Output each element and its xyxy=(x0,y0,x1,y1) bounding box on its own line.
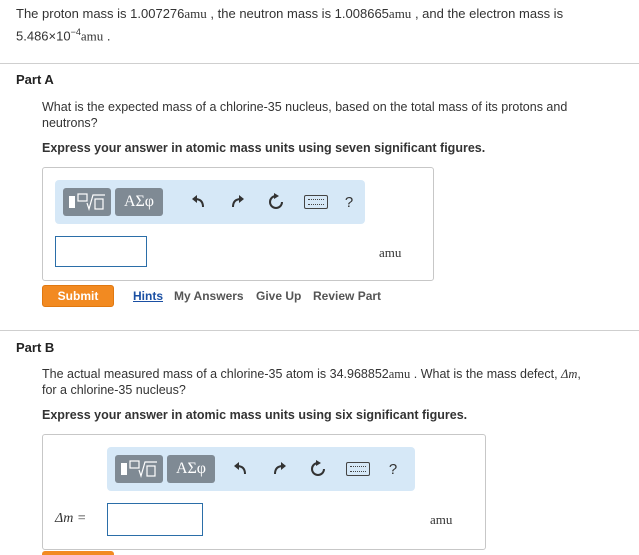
part-b-answer-box: ΑΣφ ? Δm = amu xyxy=(42,434,486,550)
part-a-question: What is the expected mass of a chlorine-… xyxy=(42,100,568,130)
proton-mass-text: The proton mass is 1.007276 xyxy=(16,6,185,21)
keyboard-shortcuts-button[interactable] xyxy=(345,459,371,479)
divider xyxy=(0,63,639,64)
templates-icon xyxy=(69,193,105,212)
unit-text: amu xyxy=(184,6,207,21)
templates-button[interactable] xyxy=(63,188,111,216)
review-part-link[interactable]: Review Part xyxy=(313,289,381,303)
electron-mass-label: , and the electron mass is xyxy=(414,6,564,21)
unit-text: amu xyxy=(80,28,104,44)
problem-intro: The proton mass is 1.007276amu , the neu… xyxy=(16,4,616,45)
part-a-answer-box: ΑΣφ ? amu xyxy=(42,167,434,281)
part-a-instruction: Express your answer in atomic mass units… xyxy=(42,141,486,155)
intro-line-2: 5.486×10−4amu . xyxy=(16,23,616,45)
redo-icon[interactable] xyxy=(227,192,249,212)
unit-text: amu xyxy=(388,6,412,21)
redo-icon[interactable] xyxy=(269,459,291,479)
divider xyxy=(0,330,639,331)
question-text: . What is the mass defect, xyxy=(413,367,562,381)
greek-symbols-button[interactable]: ΑΣφ xyxy=(167,455,215,483)
my-answers-link[interactable]: My Answers xyxy=(174,289,244,303)
mass-defect-label-text: Δm = xyxy=(55,511,87,526)
keyboard-shortcuts-button[interactable] xyxy=(303,192,329,212)
templates-button[interactable] xyxy=(115,455,163,483)
keyboard-icon xyxy=(346,462,370,476)
undo-icon[interactable] xyxy=(229,459,251,479)
part-a-answer-input[interactable] xyxy=(55,236,147,267)
help-button[interactable]: ? xyxy=(341,192,357,212)
keyboard-icon xyxy=(304,195,328,209)
help-button[interactable]: ? xyxy=(385,459,401,479)
part-a-title: Part A xyxy=(16,72,54,87)
part-b-question: The actual measured mass of a chlorine-3… xyxy=(42,366,612,398)
part-b-instruction: Express your answer in atomic mass units… xyxy=(42,408,468,422)
reset-icon[interactable] xyxy=(265,192,287,212)
part-b-title: Part B xyxy=(16,340,55,355)
undo-icon[interactable] xyxy=(187,192,209,212)
give-up-link[interactable]: Give Up xyxy=(256,289,301,303)
electron-mass-exponent: −4 xyxy=(70,27,81,37)
templates-icon xyxy=(121,460,157,479)
intro-line-1: The proton mass is 1.007276amu , the neu… xyxy=(16,4,616,23)
neutron-mass-text: , the neutron mass is 1.008665 xyxy=(210,6,389,21)
part-b-unit: amu xyxy=(430,512,453,527)
hints-link[interactable]: Hints xyxy=(133,289,163,303)
submit-button[interactable]: Submit xyxy=(42,285,114,307)
electron-mass-value: 5.486×10 xyxy=(16,28,71,44)
mass-defect-label: Δm = xyxy=(55,511,86,527)
period: . xyxy=(106,28,111,44)
mass-defect-symbol: Δm xyxy=(561,367,578,381)
unit-text: amu xyxy=(388,367,411,381)
greek-symbols-button[interactable]: ΑΣφ xyxy=(115,188,163,216)
question-text-line-2: for a chlorine-35 nucleus? xyxy=(42,383,186,397)
part-a-unit: amu xyxy=(379,245,402,260)
reset-icon[interactable] xyxy=(307,459,329,479)
measured-mass-text: The actual measured mass of a chlorine-3… xyxy=(42,367,389,381)
part-b-math-toolbar: ΑΣφ ? xyxy=(107,447,415,491)
comma: , xyxy=(577,367,581,381)
part-a-math-toolbar: ΑΣφ ? xyxy=(55,180,365,224)
part-b-answer-input[interactable] xyxy=(107,503,203,536)
submit-button-partial[interactable] xyxy=(42,551,114,555)
